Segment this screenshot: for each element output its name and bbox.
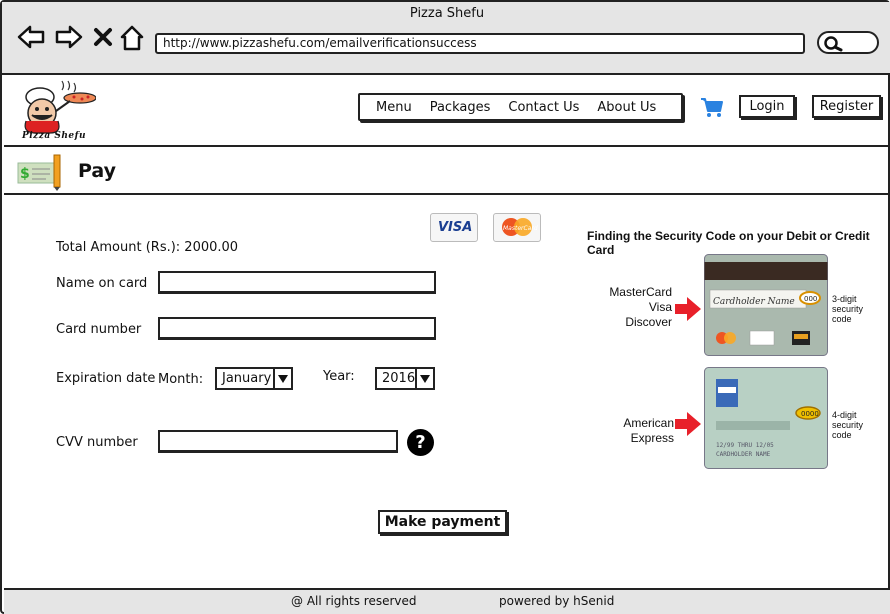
- nav-item-about-us[interactable]: About Us: [597, 100, 656, 115]
- mastercard-logo: MasterCard: [493, 213, 541, 242]
- window-title: Pizza Shefu: [409, 6, 485, 21]
- payment-cheque-icon: $: [17, 154, 61, 191]
- nav-item-packages[interactable]: Packages: [430, 100, 491, 115]
- address-bar[interactable]: http://www.pizzashefu.com/emailverificat…: [155, 33, 805, 54]
- svg-text:Cardholder Name: Cardholder Name: [713, 297, 795, 307]
- cvv-input[interactable]: [158, 430, 398, 453]
- back-icon[interactable]: [16, 24, 46, 50]
- footer: @ All rights reserved powered by hSenid: [4, 588, 890, 614]
- chef-logo-icon: [24, 80, 97, 134]
- expiration-date-label: Expiration date: [56, 371, 156, 386]
- card-back-illustration: Cardholder Name 000: [704, 254, 828, 356]
- year-label: Year:: [323, 369, 355, 384]
- make-payment-button[interactable]: Make payment: [378, 510, 507, 534]
- month-label: Month:: [158, 372, 204, 387]
- month-select[interactable]: January: [215, 367, 293, 390]
- main-nav: Menu Packages Contact Us About Us: [358, 93, 683, 121]
- brands-group-1: MasterCard Visa Discover: [609, 285, 672, 329]
- four-digit-code-note: 4-digit security code: [832, 410, 864, 440]
- card-number-label: Card number: [56, 322, 142, 337]
- amex-card-illustration: 0000 12/99 THRU 12/05 CARDHOLDER NAME: [704, 367, 828, 469]
- logo-text: Pizza Shefu: [22, 131, 87, 141]
- pay-header: $ Pay: [4, 149, 890, 195]
- home-icon[interactable]: [119, 24, 145, 52]
- nav-item-menu[interactable]: Menu: [376, 100, 412, 115]
- chevron-down-icon: [273, 369, 291, 388]
- register-button[interactable]: Register: [812, 95, 881, 118]
- browser-window: Pizza Shefu http://www.pizzashefu.com/em…: [0, 0, 890, 614]
- card-number-input[interactable]: [158, 317, 436, 340]
- forward-icon[interactable]: [54, 24, 84, 50]
- name-on-card-label: Name on card: [56, 276, 148, 291]
- mastercard-icon: MasterCard: [502, 218, 538, 236]
- visa-logo: VISA: [430, 213, 478, 242]
- help-icon[interactable]: ?: [407, 429, 434, 456]
- pointer-arrow-icon: [675, 297, 701, 321]
- name-on-card-input[interactable]: [158, 271, 436, 294]
- nav-item-contact-us[interactable]: Contact Us: [508, 100, 579, 115]
- svg-text:12/99 THRU 12/05: 12/99 THRU 12/05: [716, 442, 774, 449]
- year-value: 2016: [382, 371, 416, 386]
- security-code-title: Finding the Security Code on your Debit …: [587, 229, 870, 257]
- year-select[interactable]: 2016: [375, 367, 435, 390]
- site-header: Pizza Shefu Menu Packages Contact Us Abo…: [4, 77, 890, 147]
- page-title: Pay: [78, 160, 117, 182]
- browser-search[interactable]: [817, 31, 879, 54]
- pointer-arrow-icon: [675, 412, 701, 436]
- svg-text:CARDHOLDER NAME: CARDHOLDER NAME: [716, 451, 771, 458]
- three-digit-code-note: 3-digit security code: [832, 294, 864, 324]
- browser-chrome: Pizza Shefu http://www.pizzashefu.com/em…: [2, 2, 890, 75]
- svg-text:000: 000: [804, 295, 817, 303]
- month-value: January: [222, 371, 272, 386]
- svg-text:MasterCard: MasterCard: [503, 225, 538, 232]
- brand-group-2: American Express: [623, 416, 674, 445]
- powered-by-text: powered by hSenid: [499, 594, 615, 608]
- svg-text:0000: 0000: [801, 410, 819, 418]
- total-amount: Total Amount (Rs.): 2000.00: [56, 240, 239, 255]
- login-button[interactable]: Login: [739, 95, 795, 118]
- chevron-down-icon: [415, 369, 433, 388]
- stop-icon[interactable]: [93, 24, 113, 50]
- cvv-label: CVV number: [56, 435, 138, 450]
- copyright-text: @ All rights reserved: [291, 594, 417, 608]
- search-icon: [824, 36, 843, 52]
- svg-text:$: $: [20, 166, 30, 182]
- cart-icon[interactable]: [700, 96, 724, 118]
